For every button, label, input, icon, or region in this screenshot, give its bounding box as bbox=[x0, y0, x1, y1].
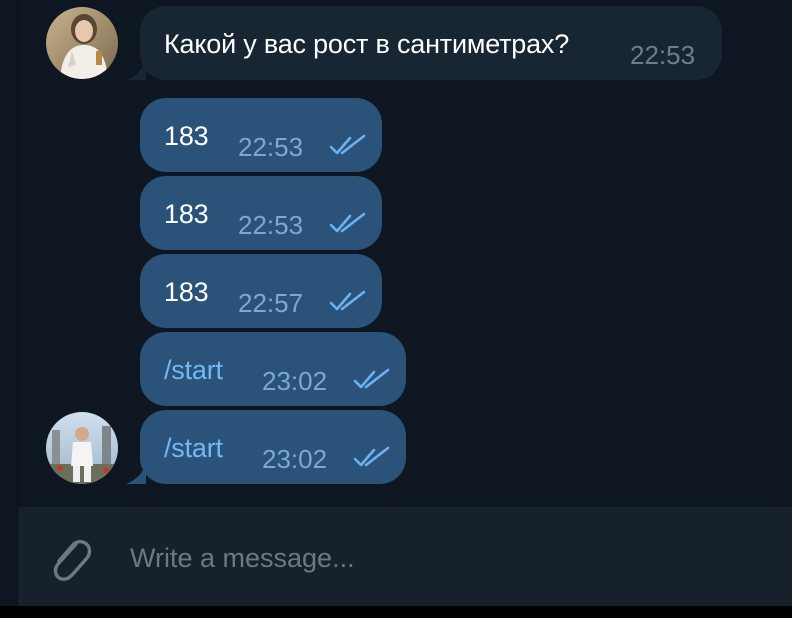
read-checkmarks-icon bbox=[329, 290, 366, 311]
bubble-tail bbox=[126, 60, 146, 80]
message-bubble-outgoing[interactable]: /start 23:02 bbox=[140, 410, 406, 484]
read-checkmarks-icon bbox=[329, 134, 366, 155]
read-checkmarks-icon bbox=[329, 212, 366, 233]
left-panel-edge bbox=[0, 0, 18, 606]
bot-command-link[interactable]: /start bbox=[164, 355, 223, 386]
paperclip-icon[interactable] bbox=[46, 532, 94, 584]
message-time: 23:02 bbox=[262, 366, 328, 396]
message-bubble-outgoing[interactable]: 183 22:57 bbox=[140, 254, 382, 328]
read-checkmarks-icon bbox=[353, 368, 390, 389]
bubble-tail bbox=[126, 464, 146, 484]
window-bottom-edge bbox=[0, 606, 792, 618]
bot-command-link[interactable]: /start bbox=[164, 433, 223, 464]
message-bubble-incoming[interactable]: Какой у вас рост в сантиметрах? 22:53 bbox=[140, 6, 722, 80]
read-checkmarks-icon bbox=[353, 446, 390, 467]
message-time: 22:57 bbox=[238, 288, 304, 318]
message-text: 183 bbox=[164, 277, 209, 307]
message-text: 183 bbox=[164, 199, 209, 229]
message-bubble-outgoing[interactable]: 183 22:53 bbox=[140, 176, 382, 250]
message-time: 22:53 bbox=[238, 210, 304, 240]
message-bubble-outgoing[interactable]: /start 23:02 bbox=[140, 332, 406, 406]
user-avatar[interactable] bbox=[46, 412, 118, 484]
message-time: 22:53 bbox=[630, 40, 696, 70]
message-composer bbox=[18, 507, 792, 606]
message-text: Какой у вас рост в сантиметрах? bbox=[164, 29, 570, 59]
message-list: Какой у вас рост в сантиметрах? 22:53 18… bbox=[18, 0, 792, 506]
message-time: 22:53 bbox=[238, 132, 304, 162]
message-time: 23:02 bbox=[262, 444, 328, 474]
message-input[interactable] bbox=[128, 537, 732, 579]
message-bubble-outgoing[interactable]: 183 22:53 bbox=[140, 98, 382, 172]
contact-avatar[interactable] bbox=[46, 7, 118, 79]
message-text: 183 bbox=[164, 121, 209, 151]
